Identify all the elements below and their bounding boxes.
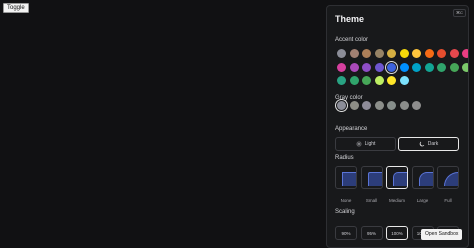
radius-option-large[interactable]: [411, 166, 434, 189]
radius-option-label: Large: [416, 198, 429, 203]
radius-option-label: Small: [365, 198, 378, 203]
radius-preview: [418, 172, 433, 186]
accent-swatch[interactable]: [437, 62, 446, 72]
accent-swatch[interactable]: [412, 49, 421, 58]
radius-preview: [342, 172, 356, 186]
gray-swatch[interactable]: [399, 101, 409, 110]
accent-swatch[interactable]: [337, 76, 346, 85]
close-shortcut-button[interactable]: ⌘C: [453, 9, 466, 17]
radius-option-medium[interactable]: [386, 166, 408, 189]
appearance-dark-label: Dark: [427, 141, 439, 147]
panel-title: Theme: [335, 14, 365, 24]
radius-preview: [444, 172, 458, 186]
open-sandbox-button[interactable]: Open Sandbox: [421, 229, 463, 240]
accent-swatch[interactable]: [374, 76, 384, 85]
accent-swatch[interactable]: [462, 62, 468, 72]
accent-swatch[interactable]: [399, 62, 409, 72]
appearance-label: Appearance: [335, 126, 368, 132]
radius-option-none[interactable]: [335, 166, 357, 189]
accent-swatch[interactable]: [449, 62, 459, 72]
accent-swatch[interactable]: [374, 49, 384, 58]
accent-swatch[interactable]: [337, 62, 346, 72]
scaling-option[interactable]: 95%: [360, 226, 383, 240]
accent-swatch[interactable]: [412, 62, 421, 72]
appearance-dark-button[interactable]: Dark: [398, 137, 459, 151]
accent-swatch[interactable]: [374, 62, 384, 72]
scaling-option[interactable]: 90%: [335, 226, 357, 240]
accent-swatch[interactable]: [399, 49, 409, 58]
accent-swatch[interactable]: [437, 49, 446, 58]
accent-swatch[interactable]: [424, 49, 434, 58]
accent-swatch[interactable]: [387, 76, 396, 85]
accent-swatch[interactable]: [387, 62, 396, 72]
accent-swatch[interactable]: [424, 62, 434, 72]
appearance-light-label: Light: [364, 141, 376, 147]
gray-color-label: Gray color: [335, 95, 363, 101]
radius-option-label: Medium: [388, 198, 405, 203]
accent-swatch[interactable]: [399, 76, 409, 85]
radius-label: Radius: [335, 155, 354, 161]
accent-swatch[interactable]: [349, 62, 359, 72]
scaling-option[interactable]: 100%: [386, 226, 408, 240]
gray-swatch[interactable]: [387, 101, 396, 110]
radius-option-full[interactable]: [437, 166, 459, 189]
accent-swatch[interactable]: [362, 76, 371, 85]
moon-icon: [419, 141, 424, 147]
accent-swatch[interactable]: [349, 49, 359, 58]
radius-option-label: Full: [444, 198, 452, 203]
accent-swatch[interactable]: [349, 76, 359, 85]
scaling-label: Scaling: [335, 209, 355, 215]
radius-option-label: None: [340, 198, 352, 203]
gray-swatch[interactable]: [337, 101, 346, 110]
accent-swatch[interactable]: [337, 49, 346, 58]
accent-swatch[interactable]: [387, 49, 396, 58]
gray-swatch[interactable]: [349, 101, 359, 110]
radius-preview: [367, 172, 382, 186]
radius-preview: [393, 172, 407, 186]
sun-icon: [355, 141, 362, 147]
gray-swatch[interactable]: [374, 101, 384, 110]
accent-color-label: Accent color: [335, 37, 369, 43]
gray-swatch[interactable]: [362, 101, 371, 110]
appearance-light-button[interactable]: Light: [335, 137, 396, 151]
accent-swatch[interactable]: [462, 49, 468, 58]
theme-panel: Theme ⌘C Accent color Gray color Appeara…: [326, 5, 469, 248]
accent-swatch[interactable]: [362, 62, 371, 72]
accent-swatch[interactable]: [362, 49, 371, 58]
radius-option-small[interactable]: [360, 166, 383, 189]
gray-swatch[interactable]: [412, 101, 421, 110]
toggle-button[interactable]: Toggle: [3, 3, 29, 13]
accent-swatch[interactable]: [449, 49, 459, 58]
